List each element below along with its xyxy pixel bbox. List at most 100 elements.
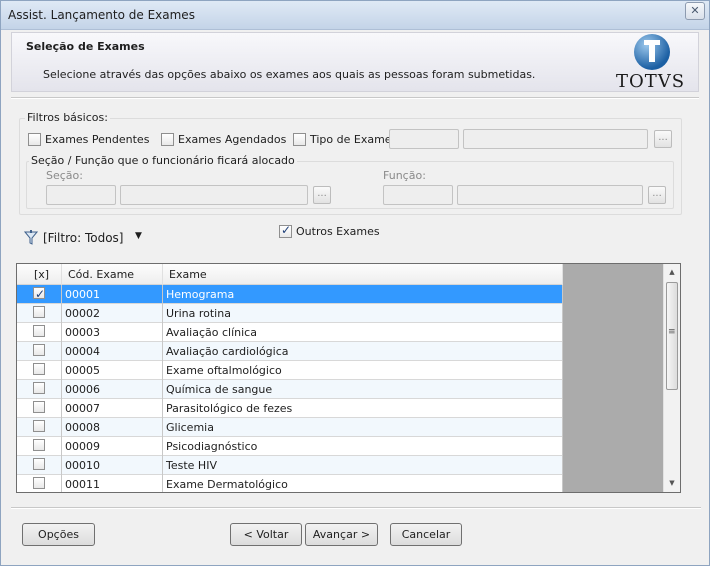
filter-icon[interactable]	[24, 230, 38, 246]
row-exam-cell: Avaliação cardiológica	[163, 342, 563, 361]
row-checkbox[interactable]	[33, 306, 45, 318]
table-row[interactable]: 00007 Parasitológico de fezes	[17, 399, 563, 418]
grid-empty-area	[563, 264, 663, 492]
funcao-code-field[interactable]	[383, 185, 453, 205]
row-code-cell: 00003	[62, 323, 163, 342]
secao-funcao-legend: Seção / Função que o funcionário ficará …	[29, 154, 297, 167]
row-check-cell	[17, 304, 62, 323]
tipo-exame-checkbox[interactable]	[293, 133, 306, 146]
row-exam-cell: Psicodiagnóstico	[163, 437, 563, 456]
wizard-header: Seleção de Exames Selecione através das …	[11, 32, 699, 92]
avancar-button[interactable]: Avançar >	[305, 523, 378, 546]
table-row[interactable]: 00001Hemograma	[17, 285, 563, 304]
outros-exames-label: Outros Exames	[296, 225, 380, 238]
secao-label: Seção:	[46, 169, 83, 182]
secao-lookup-button[interactable]: ...	[313, 186, 331, 204]
tipo-exame-desc-field[interactable]	[463, 129, 648, 149]
scroll-thumb[interactable]	[666, 282, 678, 390]
column-header-exam[interactable]: Exame	[163, 264, 563, 285]
voltar-button[interactable]: < Voltar	[230, 523, 302, 546]
row-code-cell: 00010	[62, 456, 163, 475]
row-checkbox[interactable]	[33, 420, 45, 432]
row-check-cell	[17, 437, 62, 456]
row-check-cell	[17, 418, 62, 437]
funcao-desc-field[interactable]	[457, 185, 643, 205]
row-checkbox[interactable]	[33, 401, 45, 413]
row-exam-cell: Teste HIV	[163, 456, 563, 475]
row-code-cell: 00008	[62, 418, 163, 437]
row-code-cell: 00002	[62, 304, 163, 323]
opcoes-button[interactable]: Opções	[22, 523, 95, 546]
window-title: Assist. Lançamento de Exames	[8, 8, 195, 22]
totvs-logo: TOTVS	[616, 34, 688, 92]
tipo-exame-label: Tipo de Exame	[310, 133, 392, 146]
scroll-up-icon[interactable]: ▲	[664, 264, 680, 281]
exams-grid[interactable]: [x] Cód. Exame Exame 00001Hemograma00002…	[16, 263, 681, 493]
row-exam-cell: Avaliação clínica	[163, 323, 563, 342]
row-code-cell: 00009	[62, 437, 163, 456]
table-row[interactable]: 00010 Teste HIV	[17, 456, 563, 475]
row-code-cell: 00006	[62, 380, 163, 399]
table-row[interactable]: 00005 Exame oftalmológico	[17, 361, 563, 380]
pendentes-checkbox[interactable]	[28, 133, 41, 146]
filter-menu-label[interactable]: [Filtro: Todos]	[43, 231, 123, 245]
table-row[interactable]: 00008 Glicemia	[17, 418, 563, 437]
row-exam-cell: Química de sangue	[163, 380, 563, 399]
row-check-cell	[17, 399, 62, 418]
row-exam-cell: Parasitológico de fezes	[163, 399, 563, 418]
row-checkbox[interactable]	[33, 382, 45, 394]
row-exam-cell: Exame oftalmológico	[163, 361, 563, 380]
row-checkbox[interactable]	[33, 285, 45, 304]
row-code-cell: 00011	[62, 475, 163, 492]
globe-logo-icon	[634, 34, 670, 70]
table-row[interactable]: 00002 Urina rotina	[17, 304, 563, 323]
column-header-check[interactable]: [x]	[17, 264, 62, 285]
grid-vertical-scrollbar[interactable]: ▲ ▼	[663, 264, 680, 492]
page-description: Selecione através das opções abaixo os e…	[43, 68, 536, 81]
tipo-exame-code-field[interactable]	[389, 129, 459, 149]
row-check-cell	[17, 342, 62, 361]
wizard-window: Assist. Lançamento de Exames ✕ Seleção d…	[0, 0, 710, 566]
row-checkbox[interactable]	[33, 363, 45, 375]
column-header-code[interactable]: Cód. Exame	[62, 264, 163, 285]
row-checkbox[interactable]	[33, 458, 45, 470]
row-checkbox[interactable]	[33, 477, 45, 489]
funcao-label: Função:	[383, 169, 426, 182]
row-checkbox[interactable]	[33, 325, 45, 337]
table-row[interactable]: 00006 Química de sangue	[17, 380, 563, 399]
row-exam-cell: Exame Dermatológico	[163, 475, 563, 492]
agendados-label: Exames Agendados	[178, 133, 287, 146]
tipo-exame-lookup-button[interactable]: ...	[654, 130, 672, 148]
row-checkbox[interactable]	[33, 344, 45, 356]
outros-exames-checkbox[interactable]	[279, 223, 292, 238]
grid-header: [x] Cód. Exame Exame	[17, 264, 563, 285]
row-code-cell: 00005	[62, 361, 163, 380]
agendados-checkbox[interactable]	[161, 133, 174, 146]
title-bar: Assist. Lançamento de Exames ✕	[1, 1, 709, 30]
pendentes-label: Exames Pendentes	[45, 133, 150, 146]
secao-desc-field[interactable]	[120, 185, 308, 205]
row-check-cell	[17, 456, 62, 475]
row-checkbox[interactable]	[33, 439, 45, 451]
row-check-cell	[17, 323, 62, 342]
secao-code-field[interactable]	[46, 185, 116, 205]
table-row[interactable]: 00003 Avaliação clínica	[17, 323, 563, 342]
row-exam-cell: Urina rotina	[163, 304, 563, 323]
table-row[interactable]: 00009 Psicodiagnóstico	[17, 437, 563, 456]
row-exam-cell: Glicemia	[163, 418, 563, 437]
cancelar-button[interactable]: Cancelar	[390, 523, 462, 546]
scroll-down-icon[interactable]: ▼	[664, 475, 680, 492]
row-check-cell	[17, 475, 62, 492]
funcao-lookup-button[interactable]: ...	[648, 186, 666, 204]
basic-filters-legend: Filtros básicos:	[25, 111, 110, 124]
row-code-cell: 00001	[62, 285, 163, 304]
row-exam-cell: Hemograma	[163, 285, 563, 304]
close-button[interactable]: ✕	[685, 2, 705, 20]
table-row[interactable]: 00004 Avaliação cardiológica	[17, 342, 563, 361]
row-check-cell	[17, 361, 62, 380]
row-check-cell	[17, 285, 62, 304]
table-row[interactable]: 00011 Exame Dermatológico	[17, 475, 563, 492]
filter-dropdown-icon[interactable]: ▼	[135, 231, 142, 241]
row-code-cell: 00007	[62, 399, 163, 418]
row-check-cell	[17, 380, 62, 399]
